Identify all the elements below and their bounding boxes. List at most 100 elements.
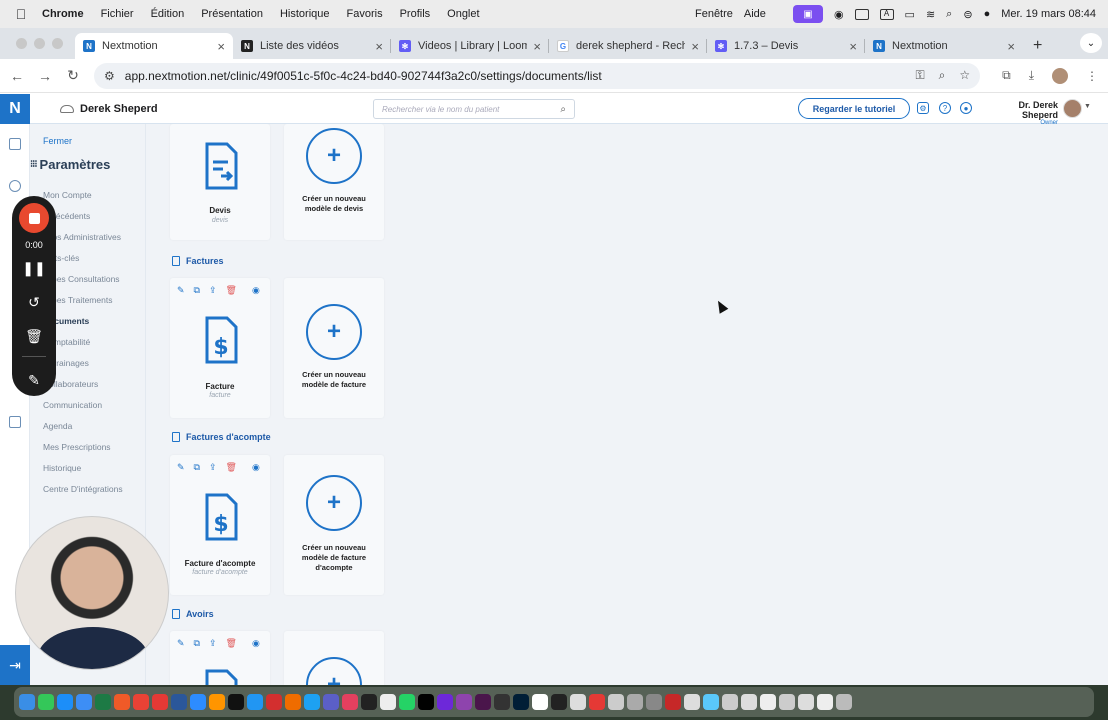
- photoshop-icon[interactable]: [513, 694, 529, 710]
- pause-icon[interactable]: ❚❚: [12, 260, 56, 277]
- settings-item-historique[interactable]: Historique: [43, 463, 81, 473]
- export-icon[interactable]: ⇪: [209, 462, 217, 473]
- notification-icon[interactable]: ●: [960, 102, 972, 114]
- create-facture-template-card[interactable]: + Créer un nouveau modèle de facture: [284, 278, 384, 418]
- url-text[interactable]: app.nextmotion.net/clinic/49f0051c-5f0c-…: [125, 69, 602, 83]
- vpn-icon[interactable]: [437, 694, 453, 710]
- trash-dock-icon[interactable]: [836, 694, 852, 710]
- messages-icon[interactable]: [38, 694, 54, 710]
- menu-fichier[interactable]: Fichier: [101, 8, 134, 20]
- document-card-devis[interactable]: Devis devis: [170, 124, 270, 240]
- document-icon-3[interactable]: [760, 694, 776, 710]
- plus-circle-icon[interactable]: +: [306, 657, 362, 685]
- patient-search-input[interactable]: Rechercher via le nom du patient ⌕: [373, 99, 575, 119]
- profile-avatar[interactable]: [1052, 67, 1068, 84]
- menu-favoris[interactable]: Favoris: [347, 8, 383, 20]
- excel-icon[interactable]: [95, 694, 111, 710]
- close-window-button[interactable]: [16, 38, 27, 49]
- anydesk-icon[interactable]: [589, 694, 605, 710]
- word-icon[interactable]: [171, 694, 187, 710]
- duplicate-icon[interactable]: ⧉: [194, 285, 200, 296]
- plus-circle-icon[interactable]: +: [306, 128, 362, 184]
- document-card-facture-acompte[interactable]: ✎ ⧉ ⇪ 🗑︎ ◉ $ Facture d'acompte facture d…: [170, 455, 270, 595]
- instagram-icon[interactable]: [342, 694, 358, 710]
- finder-icon[interactable]: [19, 694, 35, 710]
- download-icon[interactable]: ⤓: [1029, 68, 1034, 83]
- settings-item-agenda[interactable]: Agenda: [43, 421, 72, 431]
- mail-icon[interactable]: [76, 694, 92, 710]
- back-arrow-icon[interactable]: ←: [10, 68, 24, 84]
- password-key-icon[interactable]: ⚿: [915, 68, 924, 83]
- notes-icon[interactable]: [684, 694, 700, 710]
- logout-icon[interactable]: ⇥: [0, 645, 30, 685]
- close-tab-icon[interactable]: ×: [849, 39, 857, 54]
- close-tab-icon[interactable]: ×: [533, 39, 541, 54]
- utility-icon-2[interactable]: [627, 694, 643, 710]
- home-icon[interactable]: [9, 138, 21, 150]
- browser-tab-nextmotion-2[interactable]: N Nextmotion ×: [865, 33, 1023, 59]
- delete-icon[interactable]: 🗑︎: [226, 638, 237, 649]
- zoom-icon[interactable]: [190, 694, 206, 710]
- terminal-icon[interactable]: [494, 694, 510, 710]
- help-icon[interactable]: ?: [939, 102, 951, 114]
- delete-icon[interactable]: 🗑︎: [226, 462, 237, 473]
- settings-item-communication[interactable]: Communication: [43, 400, 102, 410]
- spotlight-icon[interactable]: ⌕: [946, 8, 952, 21]
- screenshot-icon[interactable]: [646, 694, 662, 710]
- create-acompte-template-card[interactable]: + Créer un nouveau modèle de facture d'a…: [284, 455, 384, 595]
- webcam-bubble[interactable]: [15, 516, 169, 670]
- settings-item-mes-prescriptions[interactable]: Mes Prescriptions: [43, 442, 111, 452]
- reload-icon[interactable]: ↻: [66, 67, 80, 84]
- preview-eye-icon[interactable]: ◉: [252, 638, 260, 649]
- wifi-icon[interactable]: ≋: [926, 8, 935, 21]
- edit-icon[interactable]: ✎: [177, 638, 185, 649]
- clinic-selector[interactable]: Derek Sheperd: [60, 103, 158, 115]
- plus-circle-icon[interactable]: +: [306, 475, 362, 531]
- settings-item-centre-integrations[interactable]: Centre D'intégrations: [43, 484, 123, 494]
- utility-icon[interactable]: [608, 694, 624, 710]
- dictionary-icon[interactable]: [665, 694, 681, 710]
- sublime-icon[interactable]: [285, 694, 301, 710]
- close-tab-icon[interactable]: ×: [375, 39, 383, 54]
- notion-dock-icon[interactable]: [532, 694, 548, 710]
- user-avatar[interactable]: [1063, 99, 1082, 118]
- preview-eye-icon[interactable]: ◉: [252, 285, 260, 296]
- draw-pen-icon[interactable]: ✎: [12, 372, 56, 389]
- stats-chart-icon[interactable]: [9, 416, 21, 428]
- new-tab-button[interactable]: +: [1023, 33, 1052, 59]
- document-card-facture[interactable]: ✎ ⧉ ⇪ 🗑︎ ◉ $ Facture facture: [170, 278, 270, 418]
- tab-search-chevron-icon[interactable]: ⌄: [1080, 33, 1102, 53]
- close-tab-icon[interactable]: ×: [1007, 39, 1015, 54]
- user-menu[interactable]: Dr. Derek Sheperd Owner: [984, 100, 1058, 126]
- forward-arrow-icon[interactable]: →: [38, 68, 52, 84]
- figma-icon[interactable]: [475, 694, 491, 710]
- watch-tutorial-button[interactable]: Regarder le tutoriel: [798, 98, 910, 119]
- skype-icon[interactable]: [304, 694, 320, 710]
- browser-tab-loom-devis[interactable]: ✻ 1.7.3 – Devis ×: [707, 33, 865, 59]
- safari-icon[interactable]: [247, 694, 263, 710]
- menu-fenetre[interactable]: Fenêtre: [695, 8, 733, 20]
- menu-profils[interactable]: Profils: [400, 8, 431, 20]
- user-menu-chevron-icon[interactable]: ▼: [1084, 103, 1091, 110]
- document-icon[interactable]: [722, 694, 738, 710]
- restart-icon[interactable]: ↺: [12, 294, 56, 311]
- bookmark-star-icon[interactable]: ☆: [959, 68, 970, 83]
- browser-tab-google-search[interactable]: G derek shepherd - Recherche ×: [549, 33, 707, 59]
- chrome-icon[interactable]: [133, 694, 149, 710]
- input-source-icon[interactable]: A: [879, 8, 894, 20]
- pdf-icon[interactable]: [152, 694, 168, 710]
- menubar-clock[interactable]: Mer. 19 mars 08:44: [1001, 8, 1096, 20]
- settings-gear-icon[interactable]: ⚙: [917, 102, 929, 114]
- teams-icon[interactable]: [323, 694, 339, 710]
- browser-tab-liste-videos[interactable]: N Liste des vidéos ×: [233, 33, 391, 59]
- photos-icon[interactable]: [209, 694, 225, 710]
- stop-recording-button[interactable]: [19, 203, 49, 233]
- close-tab-icon[interactable]: ×: [217, 39, 225, 54]
- delete-icon[interactable]: 🗑︎: [226, 285, 237, 296]
- capcut-icon[interactable]: [228, 694, 244, 710]
- whatsapp-icon[interactable]: [399, 694, 415, 710]
- menu-edition[interactable]: Édition: [151, 8, 185, 20]
- play-icon[interactable]: ◉: [834, 8, 844, 21]
- browser-menu-icon[interactable]: ⋮: [1086, 69, 1098, 83]
- site-settings-icon[interactable]: ⚙: [104, 69, 115, 83]
